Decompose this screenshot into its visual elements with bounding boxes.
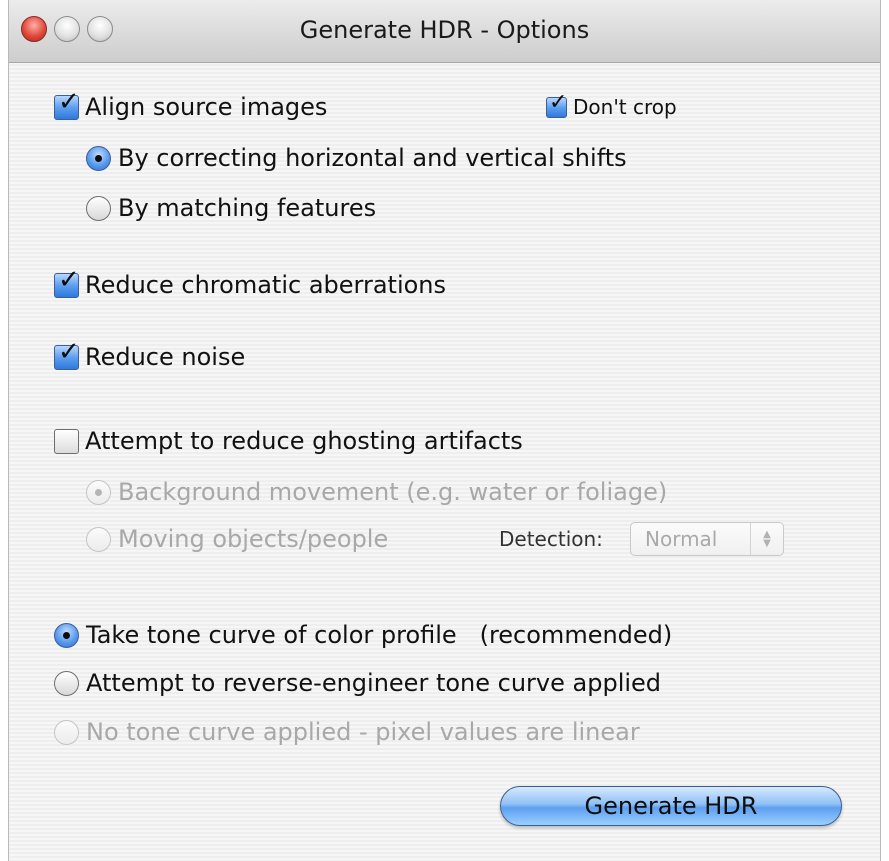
align-source-images-label: Align source images <box>85 93 328 121</box>
align-shifts-label: By correcting horizontal and vertical sh… <box>118 144 627 172</box>
tone-linear-label: No tone curve applied - pixel values are… <box>86 718 640 746</box>
checkbox-checked-icon: ✓ <box>54 89 80 120</box>
tone-profile-radio[interactable]: Take tone curve of color profile (recomm… <box>54 618 672 652</box>
dont-crop-checkbox[interactable]: ✓ Don't crop <box>546 90 677 124</box>
detection-select: Normal ▲ ▼ <box>630 522 784 556</box>
window-title: Generate HDR - Options <box>299 16 590 44</box>
ghost-moving-label: Moving objects/people <box>118 525 389 553</box>
reduce-noise-label: Reduce noise <box>85 343 246 371</box>
reduce-noise-checkbox[interactable]: ✓ Reduce noise <box>54 339 246 374</box>
updown-arrows-icon: ▲ ▼ <box>750 523 783 555</box>
detection-label: Detection: <box>499 527 603 551</box>
align-shifts-radio[interactable]: By correcting horizontal and vertical sh… <box>86 141 627 175</box>
dont-crop-label: Don't crop <box>573 95 677 119</box>
align-features-label: By matching features <box>118 194 377 222</box>
checkbox-checked-icon: ✓ <box>54 339 80 370</box>
reduce-ghosting-label: Attempt to reduce ghosting artifacts <box>85 427 523 455</box>
align-features-radio[interactable]: By matching features <box>86 191 376 225</box>
ghost-background-radio: Background movement (e.g. water or folia… <box>86 475 667 509</box>
dialog-window: Generate HDR - Options ✓ Align source im… <box>8 0 881 861</box>
align-source-images-checkbox[interactable]: ✓ Align source images <box>54 89 328 124</box>
reduce-chromatic-checkbox[interactable]: ✓ Reduce chromatic aberrations <box>54 267 447 302</box>
radio-unselected-disabled-icon <box>54 719 79 745</box>
tone-reverse-label: Attempt to reverse-engineer tone curve a… <box>86 669 662 697</box>
generate-hdr-button[interactable]: Generate HDR <box>500 786 842 826</box>
tone-profile-label: Take tone curve of color profile (recomm… <box>86 621 673 649</box>
detection-label-row: Detection: <box>499 522 603 556</box>
ghost-background-label: Background movement (e.g. water or folia… <box>118 478 668 506</box>
radio-unselected-icon <box>54 670 79 696</box>
checkbox-unchecked-icon <box>54 428 79 454</box>
radio-selected-icon <box>86 145 111 171</box>
reduce-chromatic-label: Reduce chromatic aberrations <box>85 271 447 299</box>
checkbox-checked-icon: ✓ <box>546 91 567 118</box>
radio-unselected-icon <box>86 195 111 221</box>
tone-reverse-radio[interactable]: Attempt to reverse-engineer tone curve a… <box>54 666 661 700</box>
radio-selected-disabled-icon <box>86 479 111 505</box>
checkbox-checked-icon: ✓ <box>54 267 80 298</box>
detection-value: Normal <box>645 527 718 551</box>
radio-unselected-disabled-icon <box>86 526 111 552</box>
radio-selected-icon <box>54 622 79 648</box>
tone-linear-radio: No tone curve applied - pixel values are… <box>54 715 640 749</box>
ghost-moving-radio: Moving objects/people <box>86 522 388 556</box>
title-bar: Generate HDR - Options <box>9 0 880 63</box>
reduce-ghosting-checkbox[interactable]: Attempt to reduce ghosting artifacts <box>54 424 523 458</box>
